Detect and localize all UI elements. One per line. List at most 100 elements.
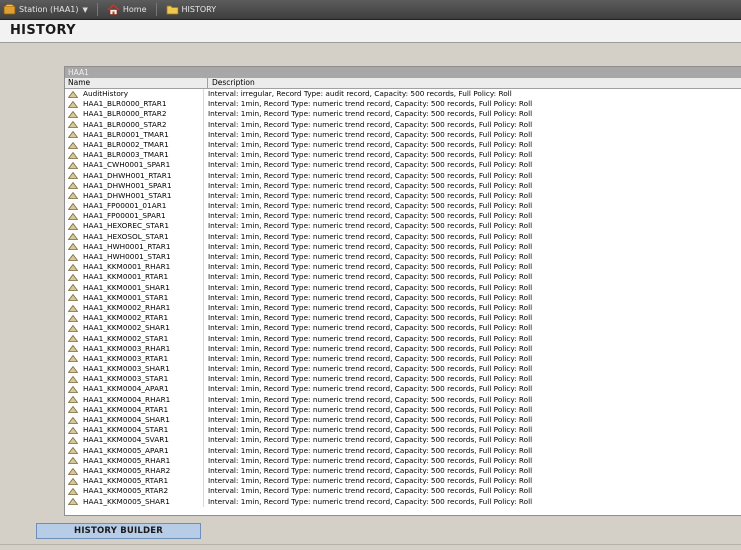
history-triangle-icon	[68, 457, 78, 465]
history-triangle-icon	[68, 375, 78, 383]
table-row[interactable]: HAA1_KKM0003_RTAR1 Interval: 1min, Record…	[65, 353, 741, 365]
table-row[interactable]: HAA1_FP00001_01AR1 Interval: 1min, Record…	[65, 201, 741, 212]
history-triangle-icon	[68, 243, 78, 251]
row-description: Interval: 1min, Record Type: numeric tre…	[208, 139, 533, 149]
table-row[interactable]: HAA1_KKM0003_STAR1 Interval: 1min, Record…	[65, 374, 741, 385]
row-description: Interval: 1min, Record Type: numeric tre…	[208, 211, 533, 221]
table-row[interactable]: HAA1_DHWH001_STAR1 Interval: 1min, Record…	[65, 190, 741, 202]
history-triangle-icon	[68, 436, 78, 444]
row-description: Interval: 1min, Record Type: numeric tre…	[208, 486, 533, 496]
row-description: Interval: irregular, Record Type: audit …	[208, 89, 512, 98]
table-row[interactable]: HAA1_KKM0002_RTAR1 Interval: 1min, Record…	[65, 313, 741, 324]
row-name: HAA1_KKM0004_APAR1	[83, 384, 169, 394]
row-name-cell: HAA1_KKM0002_SHAR1	[65, 323, 204, 334]
row-name: HAA1_KKM0004_RHAR1	[83, 394, 171, 404]
table-row[interactable]: HAA1_KKM0004_STAR1 Interval: 1min, Record…	[65, 425, 741, 436]
table-row[interactable]: HAA1_KKM0005_SHAR1 Interval: 1min, Record…	[65, 496, 741, 507]
row-name-cell: HAA1_HEXOSOL_STAR1	[65, 231, 204, 242]
row-name: HAA1_BLR0000_RTAR2	[83, 109, 167, 119]
history-triangle-icon	[68, 182, 78, 190]
folder-icon	[166, 5, 178, 15]
table-row[interactable]: HAA1_DHWH001_SPAR1 Interval: 1min, Record…	[65, 180, 741, 191]
row-name-cell: HAA1_KKM0002_STAR1	[65, 333, 204, 344]
title-bar: HISTORY	[0, 20, 741, 43]
table-row[interactable]: HAA1_KKM0005_APAR1 Interval: 1min, Record…	[65, 445, 741, 456]
table-row[interactable]: HAA1_KKM0004_SVAR1 Interval: 1min, Record…	[65, 435, 741, 446]
history-triangle-icon	[68, 304, 78, 312]
column-header-description[interactable]: Description	[208, 78, 255, 88]
history-breadcrumb[interactable]: HISTORY	[163, 0, 220, 19]
station-breadcrumb[interactable]: Station (HAA1) ▼	[0, 0, 91, 19]
row-name-cell: HAA1_DHWH001_RTAR1	[65, 170, 204, 181]
history-triangle-icon	[68, 233, 78, 241]
table-row[interactable]: HAA1_KKM0004_RTAR1 Interval: 1min, Record…	[65, 404, 741, 415]
table-row[interactable]: HAA1_KKM0003_SHAR1 Interval: 1min, Record…	[65, 364, 741, 375]
history-triangle-icon	[68, 406, 78, 414]
table-row[interactable]: HAA1_KKM0001_RHAR1 Interval: 1min, Record…	[65, 262, 741, 273]
table-row[interactable]: HAA1_KKM0001_SHAR1 Interval: 1min, Record…	[65, 282, 741, 293]
table-row[interactable]: HAA1_KKM0002_RHAR1 Interval: 1min, Record…	[65, 302, 741, 314]
table-row[interactable]: HAA1_KKM0004_SHAR1 Interval: 1min, Record…	[65, 415, 741, 426]
row-name-cell: HAA1_BLR0000_STAR2	[65, 119, 204, 130]
table-row[interactable]: HAA1_BLR0001_TMAR1 Interval: 1min, Record…	[65, 129, 741, 140]
row-name-cell: HAA1_KKM0004_RTAR1	[65, 404, 204, 415]
row-name-cell: HAA1_BLR0000_RTAR1	[65, 99, 204, 110]
table-row[interactable]: HAA1_HEXOSOL_STAR1 Interval: 1min, Record…	[65, 231, 741, 242]
table-row[interactable]: HAA1_KKM0003_RHAR1 Interval: 1min, Record…	[65, 343, 741, 354]
history-triangle-icon	[68, 416, 78, 424]
table-row[interactable]: HAA1_KKM0001_STAR1 Interval: 1min, Record…	[65, 292, 741, 303]
row-name: HAA1_KKM0003_RTAR1	[83, 353, 169, 363]
table-row[interactable]: HAA1_KKM0005_RTAR2 Interval: 1min, Record…	[65, 486, 741, 497]
row-description: Interval: 1min, Record Type: numeric tre…	[208, 282, 533, 292]
table-row[interactable]: HAA1_CWH0001_SPAR1 Interval: 1min, Record…	[65, 160, 741, 171]
table-row[interactable]: HAA1_KKM0001_RTAR1 Interval: 1min, Record…	[65, 272, 741, 283]
row-description: Interval: 1min, Record Type: numeric tre…	[208, 415, 533, 424]
table-row[interactable]: HAA1_BLR0002_TMAR1 Interval: 1min, Record…	[65, 139, 741, 151]
table-row[interactable]: HAA1_DHWH001_RTAR1 Interval: 1min, Record…	[65, 170, 741, 181]
row-name: HAA1_KKM0002_STAR1	[83, 333, 169, 343]
table-row[interactable]: HAA1_BLR0000_RTAR1 Interval: 1min, Record…	[65, 99, 741, 110]
chevron-down-icon[interactable]: ▼	[83, 6, 88, 14]
row-description: Interval: 1min, Record Type: numeric tre…	[208, 445, 533, 455]
row-name-cell: HAA1_KKM0003_RTAR1	[65, 353, 204, 365]
row-description: Interval: 1min, Record Type: numeric tre…	[208, 404, 533, 414]
column-header-name[interactable]: Name	[65, 78, 208, 88]
table-row[interactable]: HAA1_KKM0005_RHAR2 Interval: 1min, Record…	[65, 465, 741, 477]
history-triangle-icon	[68, 141, 78, 149]
history-triangle-icon	[68, 355, 78, 363]
table-row[interactable]: HAA1_KKM0005_RTAR1 Interval: 1min, Record…	[65, 476, 741, 487]
row-name-cell: HAA1_KKM0002_RHAR1	[65, 302, 204, 314]
row-name: HAA1_BLR0002_TMAR1	[83, 139, 169, 149]
row-name: HAA1_KKM0001_STAR1	[83, 292, 169, 302]
table-row[interactable]: HAA1_KKM0002_STAR1 Interval: 1min, Record…	[65, 333, 741, 344]
row-name-cell: HAA1_KKM0005_RTAR2	[65, 486, 204, 497]
row-description: Interval: 1min, Record Type: numeric tre…	[208, 435, 533, 445]
table-row[interactable]: HAA1_KKM0004_APAR1 Interval: 1min, Record…	[65, 384, 741, 395]
table-row[interactable]: HAA1_HWH0001_RTAR1 Interval: 1min, Record…	[65, 241, 741, 252]
row-description: Interval: 1min, Record Type: numeric tre…	[208, 302, 533, 312]
row-name: HAA1_HWH0001_RTAR1	[83, 241, 171, 251]
table-row[interactable]: HAA1_KKM0002_SHAR1 Interval: 1min, Record…	[65, 323, 741, 334]
history-builder-button[interactable]: HISTORY BUILDER	[36, 523, 201, 539]
table-row[interactable]: AuditHistory Interval: irregular, Record …	[65, 89, 741, 100]
row-description: Interval: 1min, Record Type: numeric tre…	[208, 384, 533, 394]
history-triangle-icon	[68, 284, 78, 292]
history-triangle-icon	[68, 314, 78, 322]
table-row[interactable]: HAA1_FP00001_SPAR1 Interval: 1min, Record…	[65, 211, 741, 222]
table-row[interactable]: HAA1_HWH0001_STAR1 Interval: 1min, Record…	[65, 252, 741, 263]
row-description: Interval: 1min, Record Type: numeric tre…	[208, 241, 533, 251]
home-breadcrumb[interactable]: Home	[104, 0, 150, 19]
table-row[interactable]: HAA1_BLR0003_TMAR1 Interval: 1min, Record…	[65, 150, 741, 161]
table-row[interactable]: HAA1_BLR0000_RTAR2 Interval: 1min, Record…	[65, 109, 741, 120]
table-row[interactable]: HAA1_KKM0004_RHAR1 Interval: 1min, Record…	[65, 394, 741, 405]
history-triangle-icon	[68, 386, 78, 393]
table-row[interactable]: HAA1_BLR0000_STAR2 Interval: 1min, Record…	[65, 119, 741, 130]
history-triangle-icon	[68, 90, 78, 98]
row-description: Interval: 1min, Record Type: numeric tre…	[208, 252, 533, 261]
table-row[interactable]: HAA1_HEXOREC_STAR1 Interval: 1min, Record…	[65, 221, 741, 232]
page-title: HISTORY	[10, 23, 76, 38]
table-row[interactable]: HAA1_KKM0005_RHAR1 Interval: 1min, Record…	[65, 455, 741, 466]
row-name: HAA1_KKM0004_RTAR1	[83, 404, 169, 414]
row-name: HAA1_KKM0003_STAR1	[83, 374, 169, 384]
home-label: Home	[122, 5, 147, 14]
